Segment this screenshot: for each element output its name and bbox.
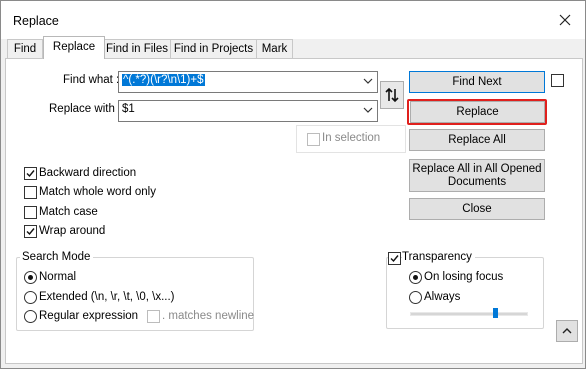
find-what-label: Find what :: [63, 74, 120, 86]
transparency-label: Transparency: [402, 251, 475, 263]
swap-arrows-icon[interactable]: [380, 81, 404, 109]
tab-find-in-files[interactable]: Find in Files: [103, 39, 171, 58]
transparency-slider[interactable]: [410, 312, 528, 316]
replace-panel: Find what : ^(.*?)(\r?\n\1)+$ Replace wi…: [5, 58, 583, 364]
tab-mark[interactable]: Mark: [256, 39, 293, 58]
always-radio[interactable]: [409, 291, 422, 304]
match-case-checkbox[interactable]: [24, 206, 37, 219]
always-label: Always: [424, 291, 461, 303]
regex-mode-radio[interactable]: [24, 310, 37, 323]
replace-with-combo[interactable]: $1: [118, 100, 378, 122]
backward-direction-label: Backward direction: [39, 167, 137, 179]
wrap-around-label: Wrap around: [39, 225, 106, 237]
replace-all-opened-line1: Replace All in All Opened: [412, 162, 542, 175]
tab-replace[interactable]: Replace: [43, 36, 105, 59]
in-selection-checkbox[interactable]: [307, 133, 320, 146]
find-what-combo[interactable]: ^(.*?)(\r?\n\1)+$: [118, 71, 378, 93]
tab-find[interactable]: Find: [7, 39, 43, 58]
find-next-option-checkbox[interactable]: [551, 74, 564, 87]
find-next-button[interactable]: Find Next: [409, 71, 545, 93]
chevron-down-icon[interactable]: [363, 74, 373, 88]
chevron-up-icon[interactable]: [556, 320, 578, 342]
extended-mode-radio[interactable]: [24, 291, 37, 304]
on-losing-focus-label: On losing focus: [424, 271, 504, 283]
close-icon[interactable]: [553, 8, 577, 32]
transparency-slider-thumb[interactable]: [492, 308, 498, 318]
chevron-down-icon[interactable]: [363, 103, 373, 117]
matches-newline-checkbox[interactable]: [147, 310, 160, 323]
replace-with-label: Replace with :: [49, 103, 122, 115]
on-losing-focus-radio[interactable]: [409, 271, 422, 284]
backward-direction-checkbox[interactable]: [24, 167, 37, 180]
close-button[interactable]: Close: [409, 198, 545, 220]
find-what-value[interactable]: ^(.*?)(\r?\n\1)+$: [122, 74, 205, 86]
match-case-label: Match case: [39, 206, 98, 218]
tab-find-in-projects[interactable]: Find in Projects: [170, 39, 257, 58]
normal-mode-label: Normal: [39, 271, 77, 283]
replace-with-value[interactable]: $1: [122, 103, 135, 115]
matches-newline-label: . matches newline: [162, 310, 255, 322]
replace-all-in-opened-docs-button[interactable]: Replace All in All Opened Documents: [409, 159, 545, 192]
transparency-checkbox[interactable]: [388, 252, 401, 265]
normal-mode-radio[interactable]: [24, 271, 37, 284]
window-title: Replace: [13, 14, 59, 28]
extended-mode-label: Extended (\n, \r, \t, \0, \x...): [39, 291, 175, 303]
wrap-around-checkbox[interactable]: [24, 225, 37, 238]
search-mode-title: Search Mode: [20, 251, 94, 263]
match-whole-word-label: Match whole word only: [39, 186, 156, 198]
title-bar: Replace: [1, 1, 585, 39]
regex-mode-label: Regular expression: [39, 310, 139, 322]
in-selection-label: In selection: [322, 132, 381, 144]
match-whole-word-checkbox[interactable]: [24, 186, 37, 199]
replace-all-button[interactable]: Replace All: [409, 129, 545, 151]
replace-dialog: Replace Find Replace Find in Files Find …: [0, 0, 586, 369]
replace-all-opened-line2: Documents: [447, 175, 507, 188]
replace-button[interactable]: Replace: [410, 101, 545, 123]
